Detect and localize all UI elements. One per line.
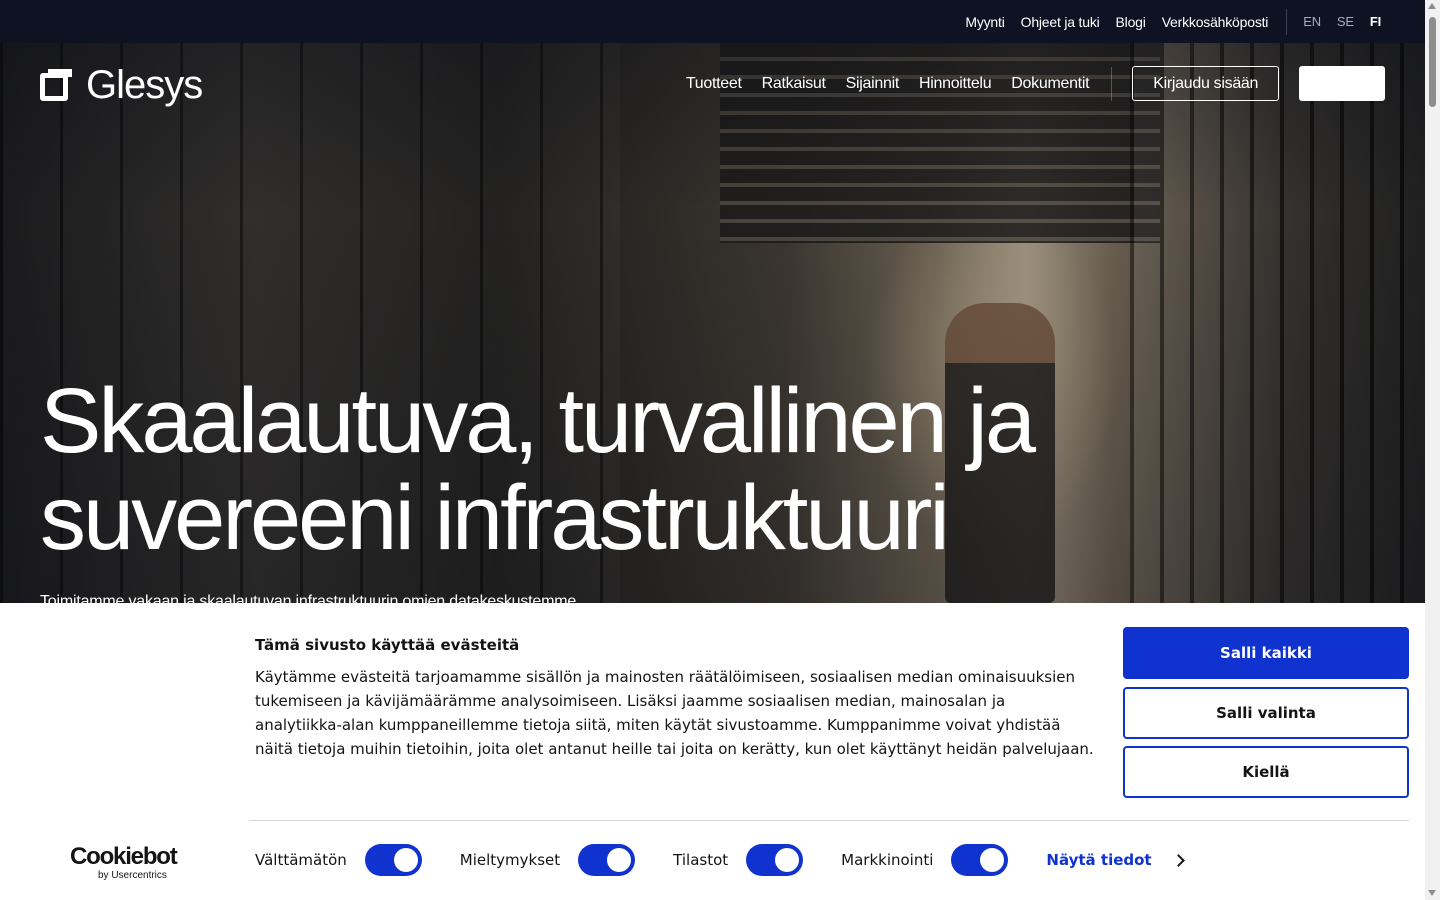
login-button[interactable]: Kirjaudu sisään — [1132, 66, 1280, 101]
chevron-right-icon — [1171, 853, 1185, 867]
glesys-logo[interactable]: Glesys — [40, 63, 203, 107]
logo-text: Glesys — [86, 63, 203, 107]
topbar-divider — [1286, 8, 1288, 35]
show-details-label: Näytä tiedot — [1046, 851, 1152, 869]
lang-se[interactable]: SE — [1337, 14, 1354, 29]
hero-headline-line1: Skaalautuva, turvallinen ja — [40, 370, 1036, 472]
page-scrollbar[interactable] — [1425, 0, 1440, 900]
hero-subline: Toimitamme vakaan ja skaalautuvan infras… — [40, 593, 577, 603]
toggle-statistics: Tilastot — [673, 844, 804, 876]
signup-button[interactable]: Luo tili — [1299, 66, 1385, 101]
allow-selection-button[interactable]: Salli valinta — [1123, 687, 1409, 739]
toggle-necessary-switch[interactable] — [364, 844, 422, 876]
nav-item-products[interactable]: Tuotteet — [686, 75, 742, 93]
nav-item-pricing[interactable]: Hinnoittelu — [919, 75, 992, 93]
toggle-preferences: Mieltymykset — [459, 844, 636, 876]
lang-en[interactable]: EN — [1303, 14, 1321, 29]
toggle-necessary-label: Välttämätön — [255, 851, 347, 869]
show-details-link[interactable]: Näytä tiedot — [1046, 851, 1185, 869]
cookiebot-logo-text: Cookiebot — [70, 843, 178, 870]
hero-headline: Skaalautuva, turvallinen ja suvereeni in… — [40, 373, 1340, 567]
toggle-statistics-switch[interactable] — [746, 844, 804, 876]
topbar-link-sales[interactable]: Myynti — [965, 14, 1004, 30]
scroll-up-arrow-icon[interactable] — [1428, 3, 1436, 9]
toggle-preferences-label: Mieltymykset — [459, 851, 561, 869]
glesys-logo-icon — [40, 69, 72, 101]
lang-fi[interactable]: FI — [1370, 14, 1381, 29]
nav-item-locations[interactable]: Sijainnit — [846, 75, 900, 93]
main-nav: Tuotteet Ratkaisut Sijainnit Hinnoittelu… — [666, 66, 1385, 101]
cookie-banner: Tämä sivusto käyttää evästeitä Käytämme … — [0, 603, 1425, 900]
toggle-preferences-switch[interactable] — [578, 844, 636, 876]
toggle-marketing: Markkinointi — [841, 844, 1009, 876]
toggle-necessary: Välttämätön — [255, 844, 422, 876]
cookie-description: Käytämme evästeitä tarjoamamme sisällön … — [255, 668, 1094, 758]
scroll-down-arrow-icon[interactable] — [1428, 890, 1436, 896]
hero-section: Glesys Tuotteet Ratkaisut Sijainnit Hinn… — [0, 43, 1425, 603]
allow-all-button[interactable]: Salli kaikki — [1123, 627, 1409, 679]
hero-headline-line2: suvereeni infrastruktuuri — [40, 467, 950, 569]
cookiebot-logo[interactable]: Cookiebot by Usercentrics — [70, 843, 178, 882]
scrollbar-thumb[interactable] — [1429, 17, 1436, 107]
cookie-title: Tämä sivusto käyttää evästeitä — [255, 636, 520, 654]
nav-item-solutions[interactable]: Ratkaisut — [762, 75, 826, 93]
cookie-divider — [249, 820, 1409, 821]
topbar-link-support[interactable]: Ohjeet ja tuki — [1021, 14, 1100, 30]
topbar-link-blog[interactable]: Blogi — [1116, 14, 1146, 30]
nav-divider — [1111, 66, 1113, 101]
toggle-statistics-label: Tilastot — [673, 851, 729, 869]
deny-button[interactable]: Kiellä — [1123, 746, 1409, 798]
cookiebot-logo-subtext: by Usercentrics — [98, 870, 167, 881]
topbar-link-webmail[interactable]: Verkkosähköposti — [1162, 14, 1269, 30]
toggle-marketing-switch[interactable] — [951, 844, 1009, 876]
utility-bar: Myynti Ohjeet ja tuki Blogi Verkkosähköp… — [0, 0, 1425, 43]
consent-toggles: Välttämätön Mieltymykset Tilastot Markki… — [255, 844, 1185, 876]
nav-item-docs[interactable]: Dokumentit — [1011, 75, 1089, 93]
toggle-marketing-label: Markkinointi — [841, 851, 934, 869]
